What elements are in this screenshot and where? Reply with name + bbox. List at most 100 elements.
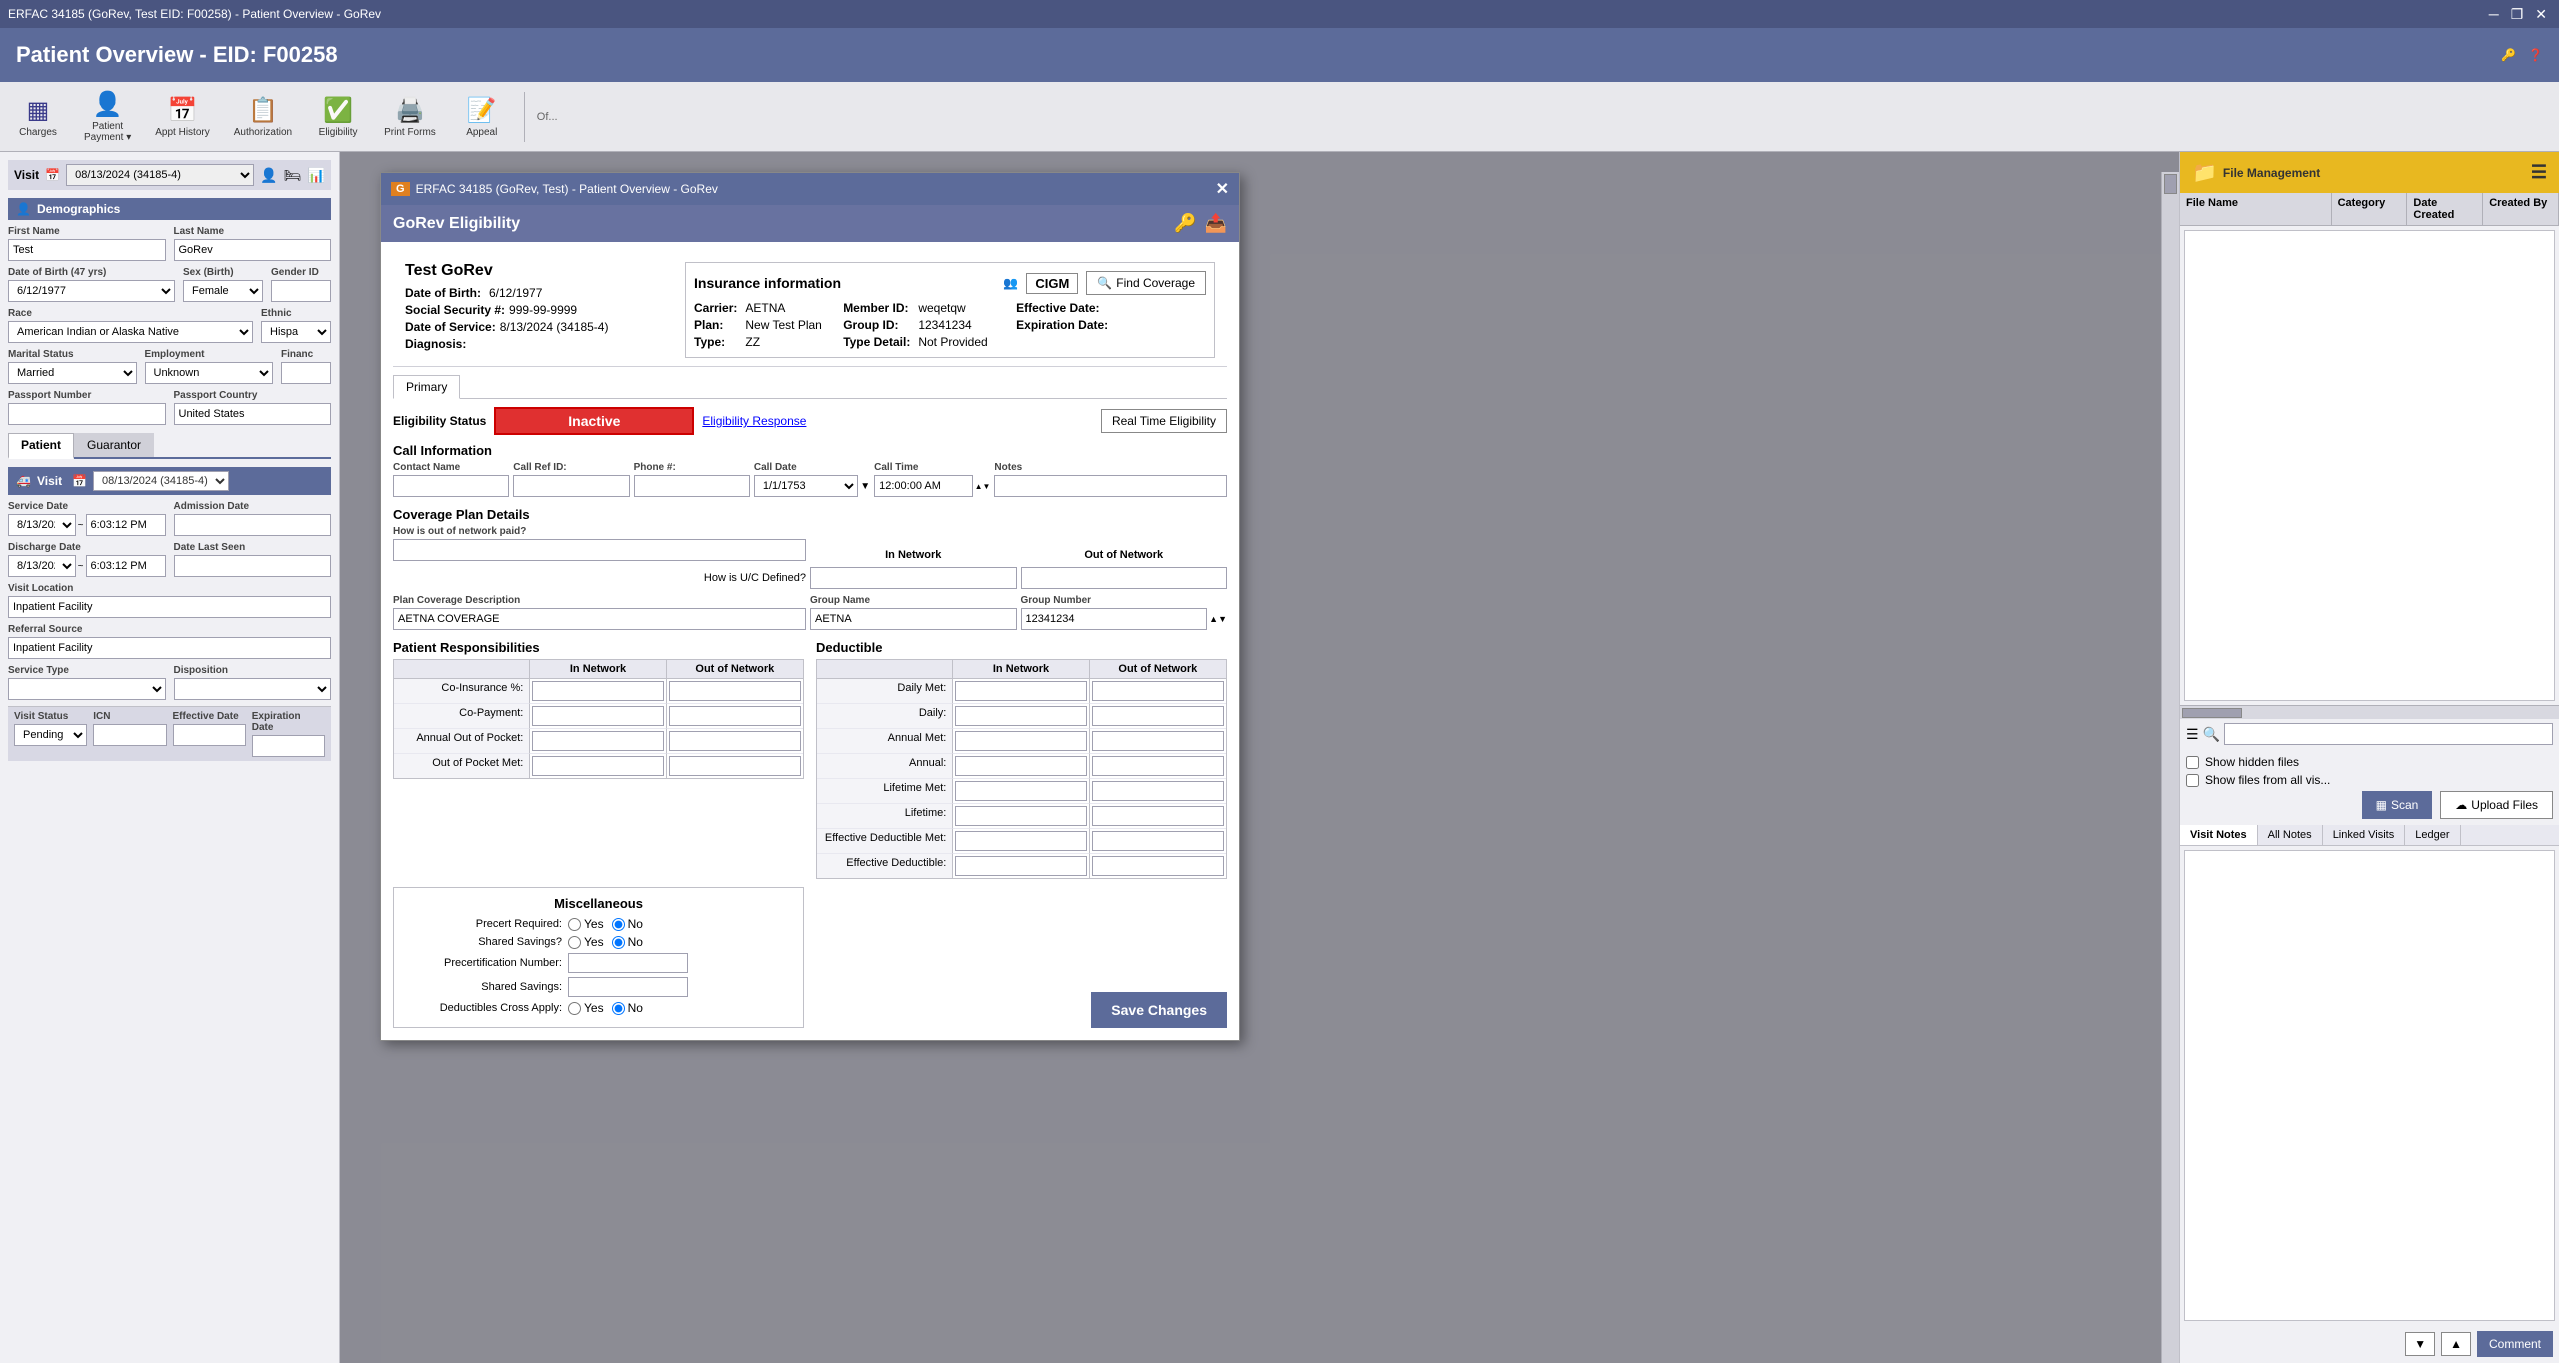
lifetime-met-in-input[interactable] bbox=[955, 781, 1086, 801]
toolbar-appeal[interactable]: 📝 Appeal bbox=[452, 92, 512, 142]
disposition-select[interactable] bbox=[174, 678, 332, 700]
dob-select[interactable]: 6/12/1977 bbox=[8, 280, 175, 302]
race-select[interactable]: American Indian or Alaska Native bbox=[8, 321, 253, 343]
contact-name-input[interactable] bbox=[393, 475, 509, 497]
tab-visit-notes[interactable]: Visit Notes bbox=[2180, 825, 2258, 845]
sex-select[interactable]: Female bbox=[183, 280, 263, 302]
ss-yes-option[interactable]: Yes bbox=[568, 935, 604, 949]
co-insurance-in-input[interactable] bbox=[532, 681, 663, 701]
co-payment-in-input[interactable] bbox=[532, 706, 663, 726]
last-name-input[interactable] bbox=[174, 239, 332, 261]
service-date-select[interactable]: 8/13/2024 bbox=[8, 514, 76, 536]
annual-met-out-input[interactable] bbox=[1092, 731, 1224, 751]
lifetime-met-out-input[interactable] bbox=[1092, 781, 1224, 801]
ethnicity-select[interactable]: Hispa bbox=[261, 321, 331, 343]
toolbar-print-forms[interactable]: 🖨️ Print Forms bbox=[376, 92, 444, 142]
find-coverage-button[interactable]: 🔍 Find Coverage bbox=[1086, 271, 1206, 295]
daily-in-input[interactable] bbox=[955, 706, 1086, 726]
call-time-input[interactable] bbox=[874, 475, 972, 497]
toolbar-charges[interactable]: ▦ Charges bbox=[8, 92, 68, 142]
admission-date-input[interactable] bbox=[174, 514, 332, 536]
save-changes-button[interactable]: Save Changes bbox=[1091, 992, 1227, 1028]
phone-input[interactable] bbox=[634, 475, 750, 497]
tab-guarantor[interactable]: Guarantor bbox=[74, 433, 154, 457]
real-time-eligibility-button[interactable]: Real Time Eligibility bbox=[1101, 409, 1227, 433]
close-btn[interactable]: ✕ bbox=[2531, 6, 2551, 23]
toolbar-eligibility[interactable]: ✅ Eligibility bbox=[308, 92, 368, 142]
annual-met-in-input[interactable] bbox=[955, 731, 1086, 751]
scan-button[interactable]: ▦ Scan bbox=[2362, 791, 2433, 819]
dc-no-option[interactable]: No bbox=[612, 1001, 643, 1015]
help-icon[interactable]: ❓ bbox=[2528, 48, 2543, 62]
visit-select[interactable]: 08/13/2024 (34185-4) bbox=[93, 471, 229, 491]
user-icon[interactable]: 🔑 bbox=[2501, 48, 2516, 62]
eff-ded-in-input[interactable] bbox=[955, 856, 1086, 876]
eligibility-response-link[interactable]: Eligibility Response bbox=[702, 414, 806, 428]
eff-ded-met-in-input[interactable] bbox=[955, 831, 1086, 851]
nav-up-button[interactable]: ▲ bbox=[2441, 1332, 2471, 1356]
call-date-select[interactable]: 1/1/1753 bbox=[754, 475, 858, 497]
precert-no-radio[interactable] bbox=[612, 918, 625, 931]
visit-status-select[interactable]: Pending bbox=[14, 724, 87, 746]
gender-input[interactable] bbox=[271, 280, 331, 302]
file-search-input[interactable] bbox=[2224, 723, 2553, 745]
oop-met-in-input[interactable] bbox=[532, 756, 663, 776]
export-modal-icon[interactable]: 📤 bbox=[1205, 213, 1227, 234]
nav-down-button[interactable]: ▼ bbox=[2405, 1332, 2435, 1356]
discharge-time-input[interactable] bbox=[86, 555, 166, 577]
user-modal-icon[interactable]: 🔑 bbox=[1174, 213, 1196, 234]
call-ref-id-input[interactable] bbox=[513, 475, 629, 497]
precert-yes-option[interactable]: Yes bbox=[568, 917, 604, 931]
visit-location-input[interactable] bbox=[8, 596, 331, 618]
upload-button[interactable]: ☁ Upload Files bbox=[2440, 791, 2553, 819]
first-name-input[interactable] bbox=[8, 239, 166, 261]
daily-out-input[interactable] bbox=[1092, 706, 1224, 726]
modal-close-button[interactable]: ✕ bbox=[1216, 179, 1229, 199]
oop-met-out-input[interactable] bbox=[669, 756, 801, 776]
finance-input[interactable] bbox=[281, 362, 331, 384]
ss-no-option[interactable]: No bbox=[612, 935, 643, 949]
out-of-network-input[interactable] bbox=[393, 539, 806, 561]
passport-num-input[interactable] bbox=[8, 403, 166, 425]
ss-no-radio[interactable] bbox=[612, 936, 625, 949]
discharge-date-select[interactable]: 8/13/2024 bbox=[8, 555, 76, 577]
restore-btn[interactable]: ❐ bbox=[2507, 6, 2528, 23]
tab-all-notes[interactable]: All Notes bbox=[2258, 825, 2323, 845]
visit-date-select[interactable]: 08/13/2024 (34185-4) bbox=[66, 164, 254, 186]
ss-yes-radio[interactable] bbox=[568, 936, 581, 949]
date-last-seen-input[interactable] bbox=[174, 555, 332, 577]
daily-met-in-input[interactable] bbox=[955, 681, 1086, 701]
co-payment-out-input[interactable] bbox=[669, 706, 801, 726]
show-hidden-checkbox[interactable] bbox=[2186, 756, 2199, 769]
co-insurance-out-input[interactable] bbox=[669, 681, 801, 701]
in-network-uc-input[interactable] bbox=[810, 567, 1017, 589]
effective-date-input[interactable] bbox=[173, 724, 246, 746]
eff-ded-met-out-input[interactable] bbox=[1092, 831, 1224, 851]
toolbar-patient-payment[interactable]: 👤 PatientPayment ▾ bbox=[76, 86, 139, 147]
annual-oop-out-input[interactable] bbox=[669, 731, 801, 751]
search-icon[interactable]: 🔍 bbox=[2203, 726, 2220, 743]
dc-yes-radio[interactable] bbox=[568, 1002, 581, 1015]
tab-ledger[interactable]: Ledger bbox=[2405, 825, 2460, 845]
toolbar-authorization[interactable]: 📋 Authorization bbox=[226, 92, 300, 142]
tab-primary[interactable]: Primary bbox=[393, 375, 460, 399]
notes-input[interactable] bbox=[994, 475, 1227, 497]
show-all-checkbox[interactable] bbox=[2186, 774, 2199, 787]
comment-button[interactable]: Comment bbox=[2477, 1331, 2553, 1357]
group-number-input[interactable] bbox=[1021, 608, 1208, 630]
annual-in-input[interactable] bbox=[955, 756, 1086, 776]
lifetime-in-input[interactable] bbox=[955, 806, 1086, 826]
out-network-uc-input[interactable] bbox=[1021, 567, 1228, 589]
annual-oop-in-input[interactable] bbox=[532, 731, 663, 751]
group-name-input[interactable] bbox=[810, 608, 1017, 630]
dc-no-radio[interactable] bbox=[612, 1002, 625, 1015]
employment-select[interactable]: Unknown bbox=[145, 362, 274, 384]
service-type-select[interactable] bbox=[8, 678, 166, 700]
menu-icon[interactable]: ☰ bbox=[2531, 162, 2547, 183]
middle-scrollbar[interactable] bbox=[2161, 172, 2179, 1363]
precert-num-input[interactable] bbox=[568, 953, 688, 973]
horiz-scrollbar[interactable] bbox=[2180, 705, 2559, 719]
hamburger-icon[interactable]: ☰ bbox=[2186, 726, 2199, 743]
annual-out-input[interactable] bbox=[1092, 756, 1224, 776]
tab-linked-visits[interactable]: Linked Visits bbox=[2323, 825, 2406, 845]
